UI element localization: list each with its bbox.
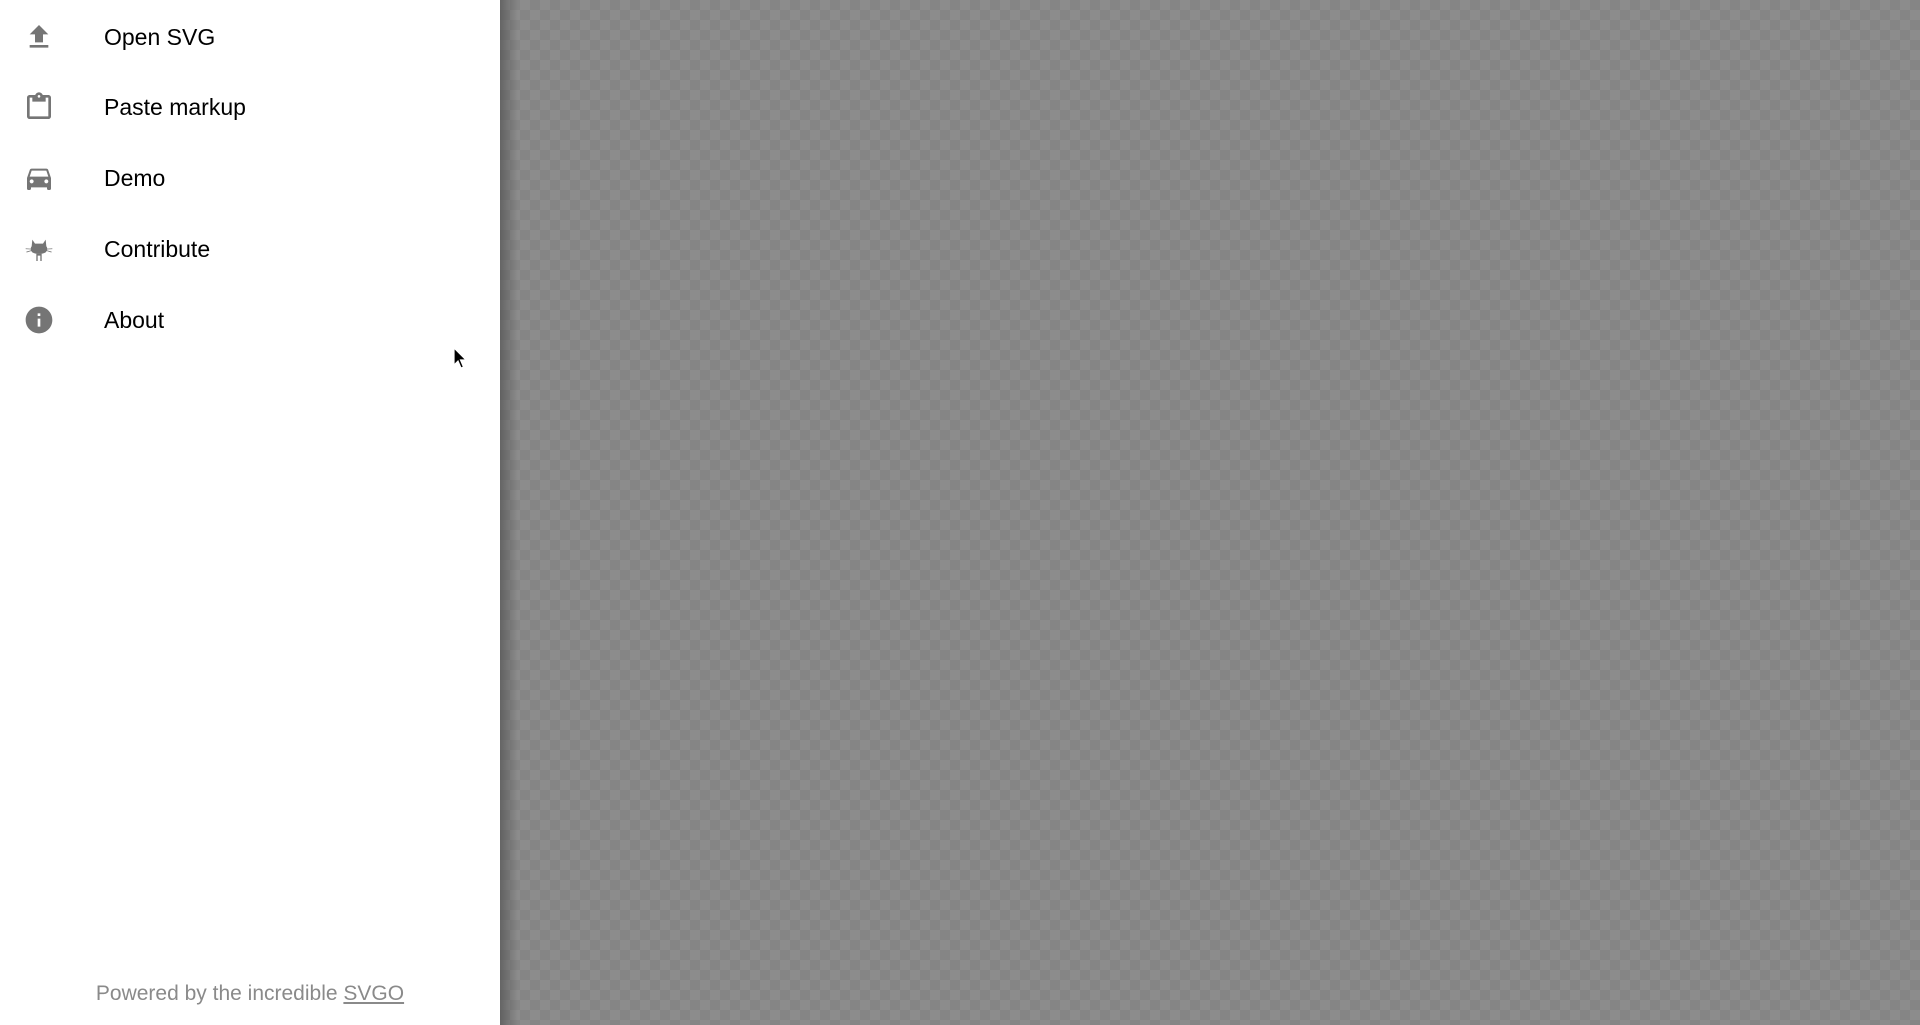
canvas-area[interactable] — [500, 0, 1920, 1025]
drawer-footer: Powered by the incredible SVGO — [0, 982, 500, 1006]
clipboard-icon — [23, 91, 55, 123]
car-icon — [23, 162, 55, 194]
menu-item-open-svg[interactable]: Open SVG — [0, 2, 500, 72]
menu-item-label: About — [104, 306, 165, 333]
menu-item-paste-markup[interactable]: Paste markup — [0, 72, 500, 142]
menu-item-label: Open SVG — [104, 23, 216, 50]
menu-item-label: Contribute — [104, 235, 211, 262]
menu-item-label: Paste markup — [104, 93, 246, 120]
mouse-cursor-icon — [453, 347, 468, 369]
upload-icon — [23, 21, 55, 53]
menu-item-about[interactable]: About — [0, 285, 500, 355]
svgo-link[interactable]: SVGO — [343, 982, 404, 1005]
menu-item-demo[interactable]: Demo — [0, 143, 500, 213]
side-drawer: Open SVG Paste markup Demo Contribute Ab… — [0, 0, 500, 1025]
info-icon — [23, 304, 55, 336]
menu-item-contribute[interactable]: Contribute — [0, 214, 500, 284]
github-octocat-icon — [23, 233, 55, 265]
menu-item-label: Demo — [104, 164, 166, 191]
drawer-shadow — [500, 0, 518, 1025]
footer-text: Powered by the incredible — [95, 982, 344, 1005]
